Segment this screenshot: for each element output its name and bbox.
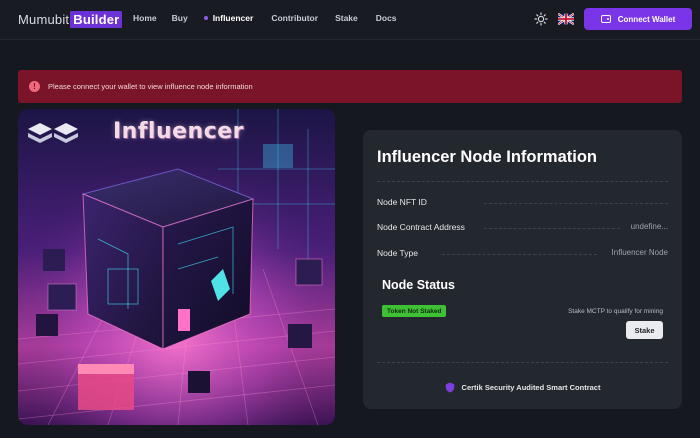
node-nft-id-label: Node NFT ID bbox=[377, 197, 427, 207]
wallet-alert: ! Please connect your wallet to view inf… bbox=[18, 70, 682, 103]
nav-docs[interactable]: Docs bbox=[376, 13, 397, 23]
active-indicator-dot bbox=[203, 16, 208, 20]
node-type-label: Node Type bbox=[377, 248, 418, 258]
stake-button[interactable]: Stake bbox=[626, 321, 663, 339]
exclamation-icon: ! bbox=[29, 81, 40, 92]
panel-title: Influencer Node Information bbox=[377, 148, 598, 166]
divider bbox=[484, 228, 620, 229]
nav-buy[interactable]: Buy bbox=[172, 13, 188, 23]
certik-label: Certik Security Audited Smart Contract bbox=[461, 383, 601, 392]
nav-influencer-label: Influencer bbox=[212, 13, 254, 23]
influencer-hero-image: Influencer bbox=[18, 109, 335, 425]
node-contract-address-label: Node Contract Address bbox=[377, 222, 465, 232]
nav-home[interactable]: Home bbox=[133, 13, 157, 23]
node-info-panel: Influencer Node Information Node NFT ID … bbox=[363, 130, 682, 409]
logo-text-builder: Builder bbox=[70, 10, 123, 28]
top-navbar: Mumubit Builder Home Buy Influencer Contr… bbox=[0, 0, 700, 40]
nav-contributor[interactable]: Contributor bbox=[271, 13, 318, 23]
logo-text-mumubit: Mumubit bbox=[18, 11, 70, 27]
node-status-title: Node Status bbox=[382, 278, 455, 292]
divider bbox=[377, 181, 668, 182]
certik-audit-note: Certik Security Audited Smart Contract bbox=[363, 382, 682, 393]
main-nav: Home Buy Influencer Contributor Stake Do… bbox=[133, 13, 397, 23]
divider bbox=[442, 254, 597, 255]
nav-stake[interactable]: Stake bbox=[335, 13, 358, 23]
connect-wallet-label: Connect Wallet bbox=[617, 14, 676, 24]
connect-wallet-button[interactable]: Connect Wallet bbox=[584, 8, 692, 30]
node-contract-address-value: undefine... bbox=[630, 222, 668, 231]
sun-icon[interactable] bbox=[534, 12, 548, 26]
stake-hint: Stake MCTP to qualify for mining bbox=[568, 308, 663, 315]
shield-icon bbox=[445, 382, 454, 393]
alert-message: Please connect your wallet to view influ… bbox=[48, 82, 253, 91]
uk-flag-icon[interactable] bbox=[558, 13, 574, 25]
nav-influencer[interactable]: Influencer bbox=[203, 13, 254, 23]
divider bbox=[484, 203, 668, 204]
brand-logo[interactable]: Mumubit Builder bbox=[18, 10, 123, 28]
wallet-icon bbox=[600, 15, 611, 23]
hero-title: Influencer bbox=[113, 119, 245, 144]
divider bbox=[377, 362, 668, 363]
node-type-value: Influencer Node bbox=[611, 248, 668, 257]
neon-cube-illustration bbox=[18, 109, 335, 425]
status-badge: Token Not Staked bbox=[382, 305, 447, 317]
